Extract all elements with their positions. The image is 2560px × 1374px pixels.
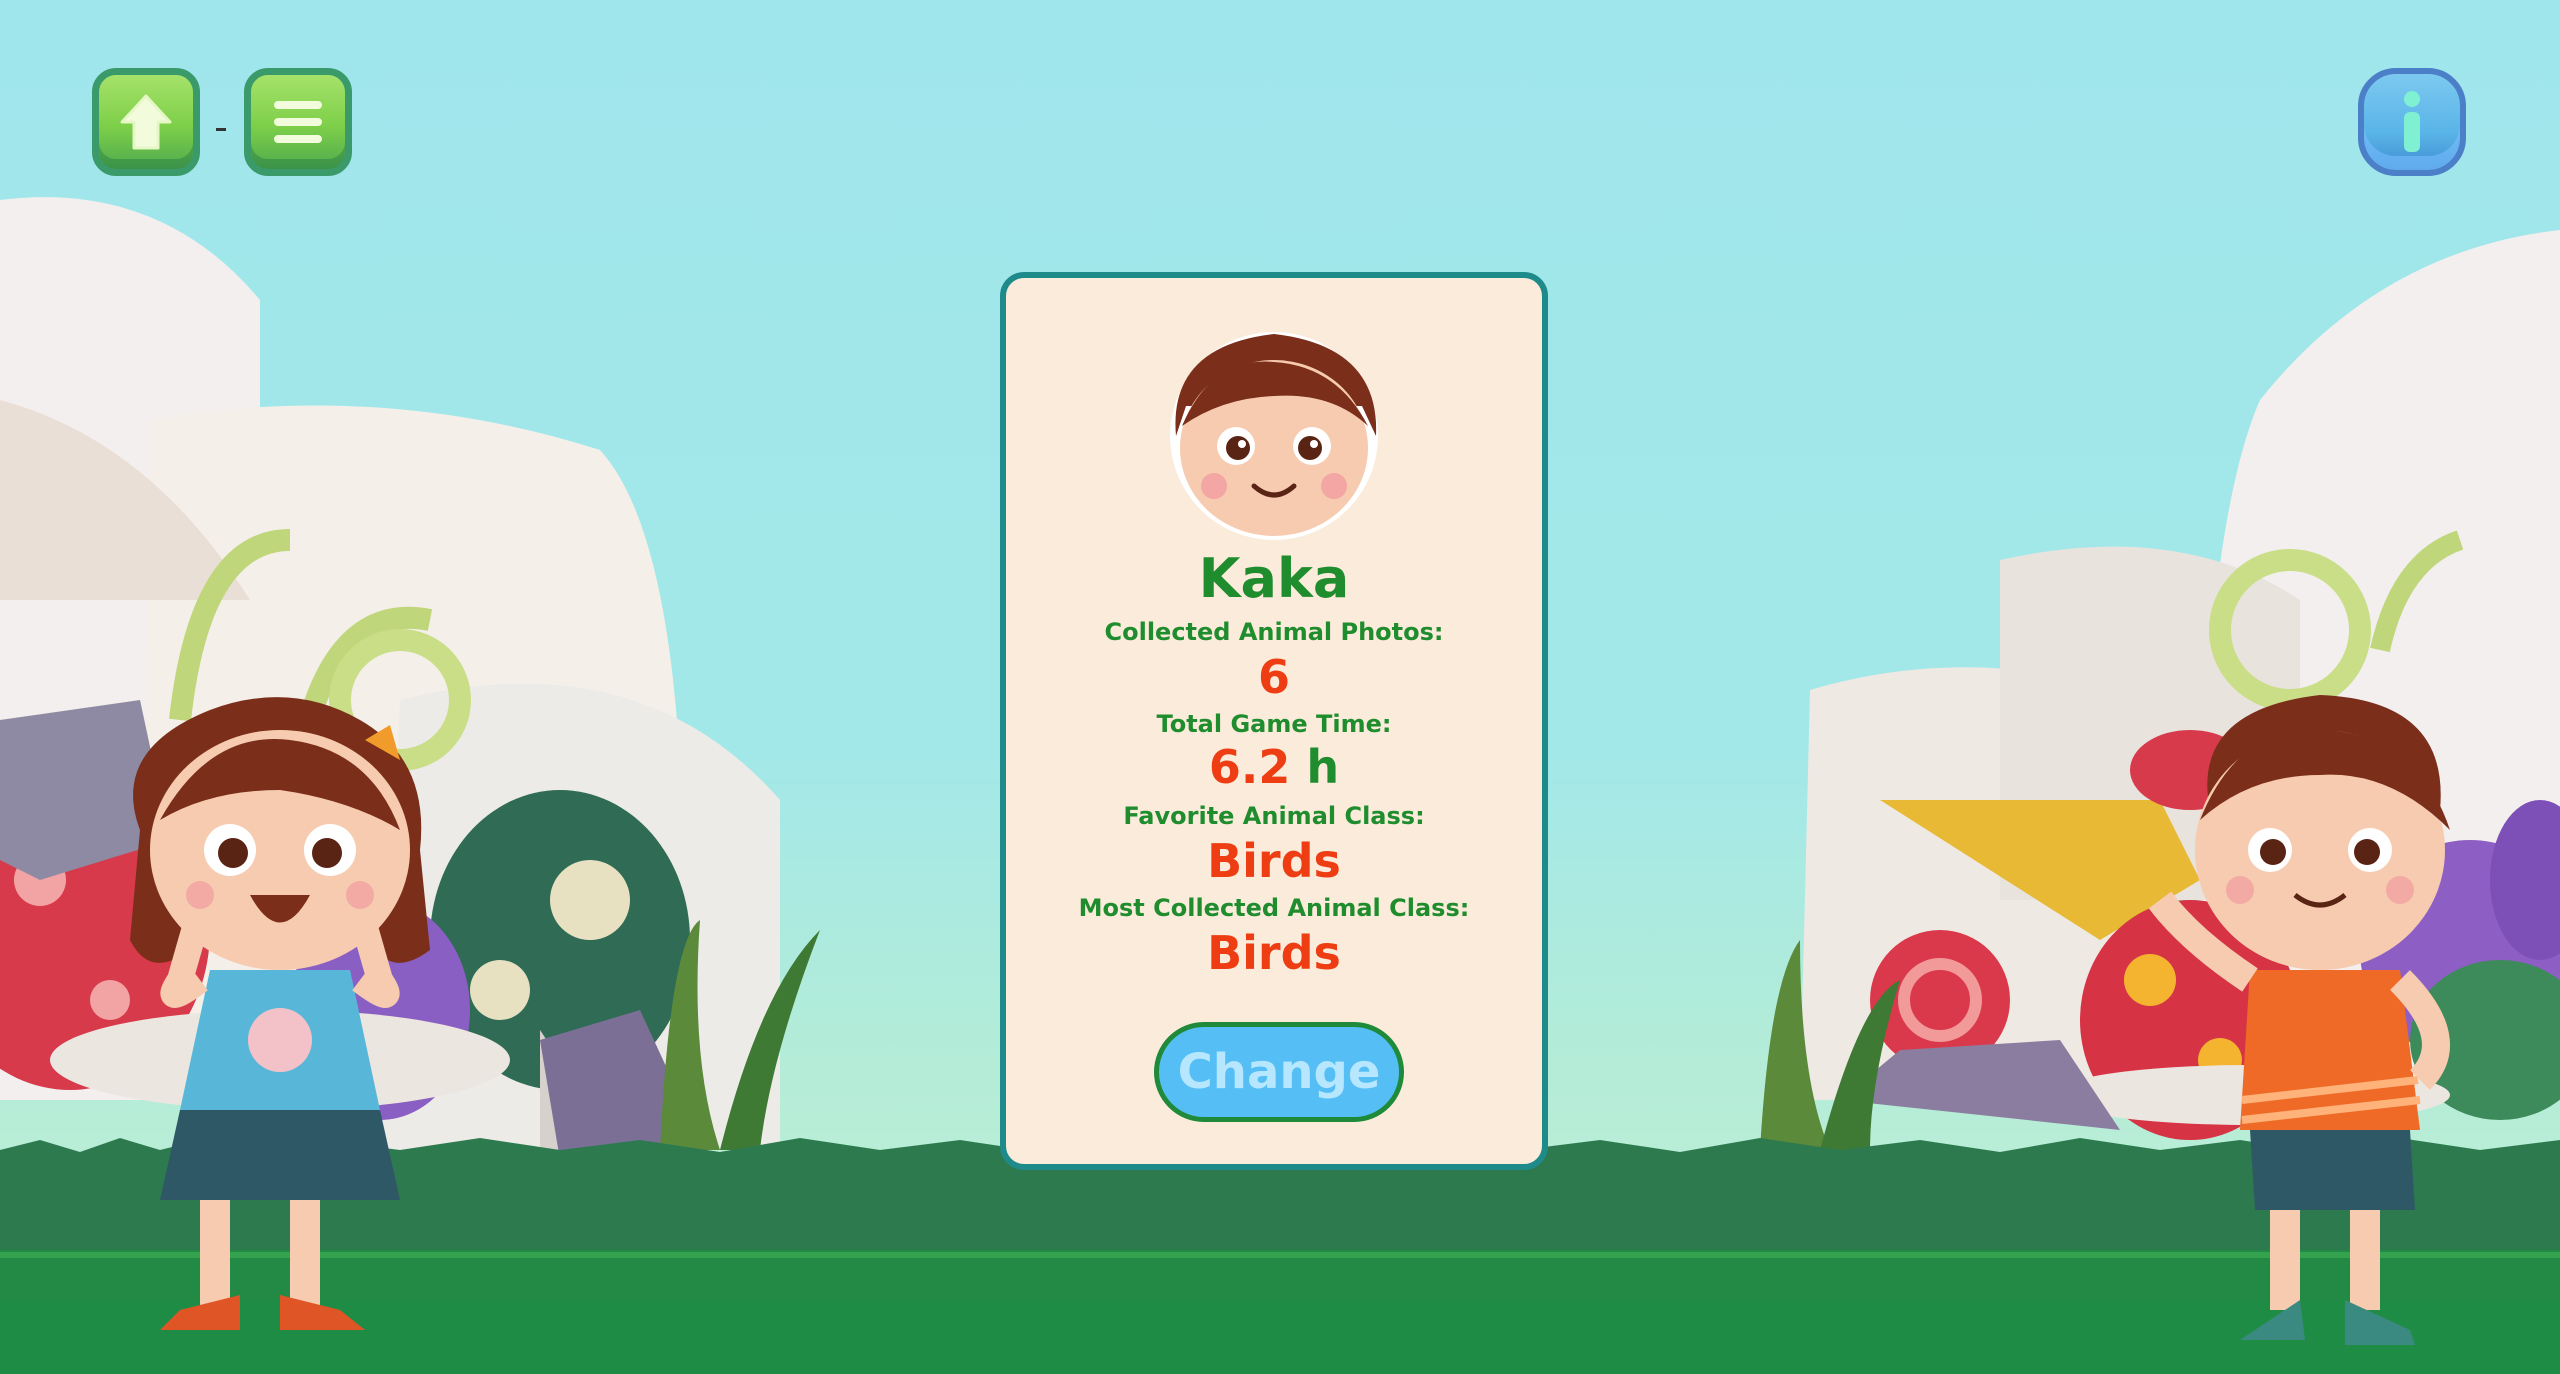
collected-photos-label: Collected Animal Photos: xyxy=(1104,618,1444,646)
info-button[interactable] xyxy=(2358,68,2466,176)
game-time-label: Total Game Time: xyxy=(1156,710,1392,738)
separator-dash xyxy=(216,128,226,131)
change-button[interactable]: Change xyxy=(1154,1022,1404,1122)
favorite-class-value: Birds xyxy=(1207,834,1341,888)
menu-icon xyxy=(251,75,345,169)
profile-card: Kaka Collected Animal Photos: 6 Total Ga… xyxy=(1000,272,1548,1170)
favorite-class-label: Favorite Animal Class: xyxy=(1123,802,1425,830)
menu-button[interactable] xyxy=(244,68,352,176)
most-collected-value: Birds xyxy=(1207,926,1341,980)
player-name: Kaka xyxy=(1198,547,1350,610)
game-time-value: 6.2 xyxy=(1208,740,1291,794)
home-button[interactable] xyxy=(92,68,200,176)
girl-character xyxy=(130,697,430,1330)
home-icon xyxy=(99,75,193,169)
game-time-row: 6.2 h xyxy=(1006,744,1542,790)
avatar xyxy=(1170,332,1378,540)
game-scene: Kaka Collected Animal Photos: 6 Total Ga… xyxy=(0,0,2560,1374)
collected-photos-value: 6 xyxy=(1257,650,1290,704)
boy-character xyxy=(2148,695,2450,1345)
game-time-unit: h xyxy=(1306,740,1340,794)
info-icon xyxy=(2364,74,2460,170)
most-collected-label: Most Collected Animal Class: xyxy=(1078,894,1470,922)
